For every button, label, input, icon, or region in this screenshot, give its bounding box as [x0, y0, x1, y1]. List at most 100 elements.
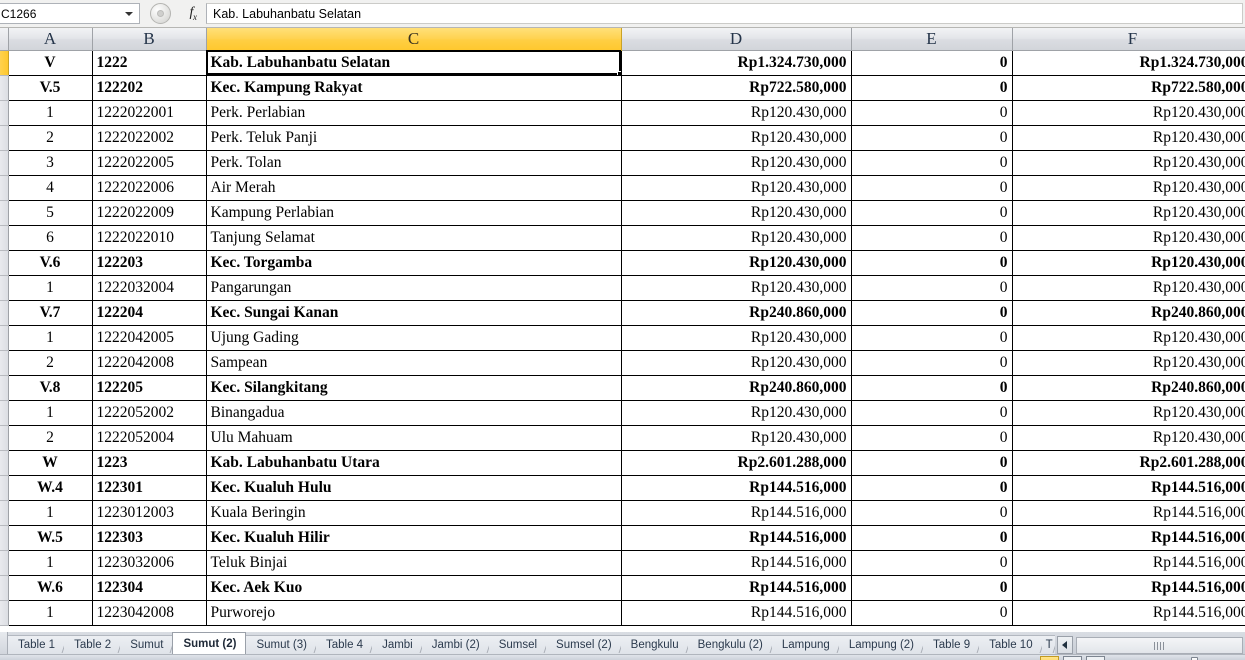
- cell-A[interactable]: V: [8, 50, 93, 76]
- sheet-tab-sumsel[interactable]: Sumsel: [488, 635, 547, 654]
- cell-E[interactable]: 0: [851, 200, 1013, 226]
- cell-B[interactable]: 1222052002: [92, 400, 207, 426]
- cell-C[interactable]: Kec. Kualuh Hilir: [206, 525, 622, 551]
- cell-F[interactable]: Rp120.430,000: [1012, 425, 1245, 451]
- cell-F[interactable]: Rp240.860,000: [1012, 300, 1245, 326]
- cell-B[interactable]: 1222: [92, 50, 207, 76]
- cell-D[interactable]: Rp144.516,000: [621, 575, 852, 601]
- normal-view-icon[interactable]: [1040, 656, 1059, 660]
- cell-C[interactable]: Sampean: [206, 350, 622, 376]
- cell-A[interactable]: 1: [8, 325, 93, 351]
- cell-D[interactable]: Rp120.430,000: [621, 225, 852, 251]
- cell-D[interactable]: Rp120.430,000: [621, 100, 852, 126]
- cell-F[interactable]: Rp120.430,000: [1012, 150, 1245, 176]
- fill-handle[interactable]: [616, 70, 620, 74]
- cell-C[interactable]: Kec. Kampung Rakyat: [206, 75, 622, 101]
- cell-E[interactable]: 0: [851, 550, 1013, 576]
- row-header[interactable]: [0, 325, 9, 351]
- sheet-tab-table-2[interactable]: Table 2: [64, 635, 121, 654]
- cell-B[interactable]: 1222022005: [92, 150, 207, 176]
- cell-C[interactable]: Perk. Perlabian: [206, 100, 622, 126]
- row-header[interactable]: [0, 600, 9, 626]
- row-header[interactable]: [0, 475, 9, 501]
- cell-F[interactable]: Rp120.430,000: [1012, 200, 1245, 226]
- cell-D[interactable]: Rp144.516,000: [621, 550, 852, 576]
- active-cell[interactable]: Kab. Labuhanbatu Selatan: [206, 50, 622, 76]
- cell-B[interactable]: 122205: [92, 375, 207, 401]
- cell-B[interactable]: 122301: [92, 475, 207, 501]
- row-header[interactable]: [0, 550, 9, 576]
- row-header[interactable]: [0, 100, 9, 126]
- sheet-tab-table-1[interactable]: Table 1: [8, 635, 65, 654]
- cell-D[interactable]: Rp120.430,000: [621, 250, 852, 276]
- sheet-tab-nav-buttons[interactable]: [0, 632, 8, 654]
- cell-F[interactable]: Rp144.516,000: [1012, 575, 1245, 601]
- column-header-f[interactable]: F: [1012, 28, 1245, 51]
- column-header-b[interactable]: B: [92, 28, 207, 51]
- row-header[interactable]: [0, 250, 9, 276]
- sheet-tab-sumut-3[interactable]: Sumut (3): [246, 635, 316, 654]
- cell-D[interactable]: Rp144.516,000: [621, 500, 852, 526]
- sheet-tab-jambi[interactable]: Jambi: [372, 635, 422, 654]
- sheet-tab-t[interactable]: T: [1041, 635, 1055, 654]
- row-header[interactable]: [0, 125, 9, 151]
- cell-B[interactable]: 1222022002: [92, 125, 207, 151]
- cell-C[interactable]: Kampung Perlabian: [206, 200, 622, 226]
- cell-E[interactable]: 0: [851, 250, 1013, 276]
- cell-B[interactable]: 122304: [92, 575, 207, 601]
- row-header[interactable]: [0, 425, 9, 451]
- worksheet-grid[interactable]: A B C D E F V 1222 Kab. Labuhanbatu Selata…: [0, 28, 1245, 632]
- cell-E[interactable]: 0: [851, 100, 1013, 126]
- cell-E[interactable]: 0: [851, 350, 1013, 376]
- row-header[interactable]: [0, 575, 9, 601]
- cell-F[interactable]: Rp144.516,000: [1012, 600, 1245, 626]
- cell-F[interactable]: Rp240.860,000: [1012, 375, 1245, 401]
- cell-F[interactable]: Rp120.430,000: [1012, 175, 1245, 201]
- cell-B[interactable]: 122203: [92, 250, 207, 276]
- cell-D[interactable]: Rp722.580,000: [621, 75, 852, 101]
- name-box[interactable]: C1266: [0, 3, 140, 24]
- cell-A[interactable]: W.5: [8, 525, 93, 551]
- cell-B[interactable]: 1223: [92, 450, 207, 476]
- sheet-tab-bengkulu-2[interactable]: Bengkulu (2): [687, 635, 772, 654]
- column-header-d[interactable]: D: [621, 28, 852, 51]
- row-header[interactable]: [0, 400, 9, 426]
- cell-A[interactable]: V.8: [8, 375, 93, 401]
- cell-C[interactable]: Ujung Gading: [206, 325, 622, 351]
- cell-A[interactable]: V.7: [8, 300, 93, 326]
- cell-F[interactable]: Rp2.601.288,000: [1012, 450, 1245, 476]
- cell-A[interactable]: 4: [8, 175, 93, 201]
- sheet-tab-sumut-2[interactable]: Sumut (2): [172, 632, 247, 654]
- cell-A[interactable]: 2: [8, 350, 93, 376]
- cell-B[interactable]: 122202: [92, 75, 207, 101]
- cell-C[interactable]: Kec. Aek Kuo: [206, 575, 622, 601]
- cell-D[interactable]: Rp120.430,000: [621, 350, 852, 376]
- row-header[interactable]: [0, 75, 9, 101]
- cell-C[interactable]: Binangadua: [206, 400, 622, 426]
- horizontal-scrollbar[interactable]: [1075, 637, 1243, 654]
- cell-E[interactable]: 0: [851, 575, 1013, 601]
- cell-A[interactable]: 1: [8, 600, 93, 626]
- sheet-tab-table-10[interactable]: Table 10: [979, 635, 1042, 654]
- cell-F[interactable]: Rp144.516,000: [1012, 525, 1245, 551]
- sheet-tab-lampung[interactable]: Lampung: [771, 635, 839, 654]
- insert-function-icon[interactable]: fx: [180, 0, 206, 27]
- page-break-preview-icon[interactable]: [1086, 656, 1105, 660]
- cell-C[interactable]: Perk. Tolan: [206, 150, 622, 176]
- cell-D[interactable]: Rp120.430,000: [621, 150, 852, 176]
- cell-E[interactable]: 0: [851, 475, 1013, 501]
- cell-C[interactable]: Kab. Labuhanbatu Utara: [206, 450, 622, 476]
- cell-D[interactable]: Rp120.430,000: [621, 200, 852, 226]
- cell-B[interactable]: 1223042008: [92, 600, 207, 626]
- cell-A[interactable]: 2: [8, 125, 93, 151]
- row-header[interactable]: [0, 50, 9, 76]
- cell-C[interactable]: Pangarungan: [206, 275, 622, 301]
- column-header-c[interactable]: C: [206, 28, 622, 51]
- cell-F[interactable]: Rp1.324.730,000: [1012, 50, 1245, 76]
- sheet-tab-jambi-2[interactable]: Jambi (2): [421, 635, 489, 654]
- cell-F[interactable]: Rp120.430,000: [1012, 250, 1245, 276]
- cell-A[interactable]: 1: [8, 100, 93, 126]
- cell-B[interactable]: 1222022009: [92, 200, 207, 226]
- row-header[interactable]: [0, 450, 9, 476]
- cell-A[interactable]: 1: [8, 550, 93, 576]
